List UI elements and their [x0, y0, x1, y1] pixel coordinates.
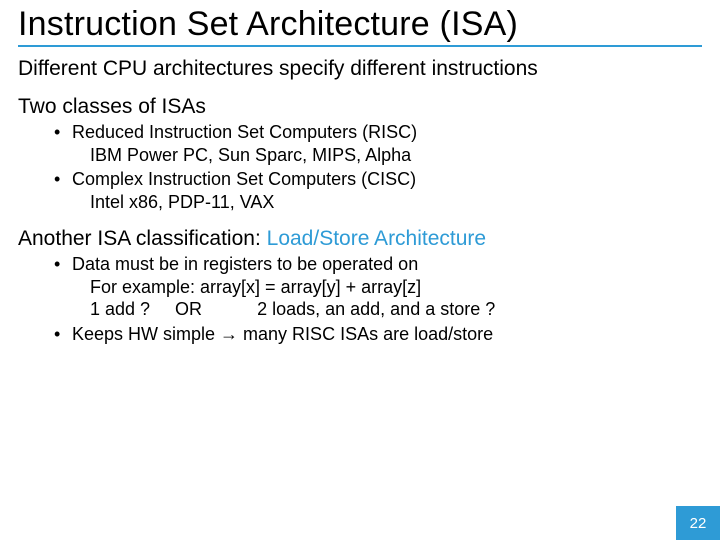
bullet-subline: Intel x86, PDP-11, VAX: [72, 191, 702, 214]
page-number-badge: 22: [676, 506, 720, 540]
bullet-list-1: Reduced Instruction Set Computers (RISC)…: [18, 121, 702, 213]
section-accent: Load/Store Architecture: [267, 227, 486, 250]
section-heading-2: Another ISA classification: Load/Store A…: [18, 227, 702, 251]
bullet-line: Data must be in registers to be operated…: [72, 254, 418, 274]
title-underline: Instruction Set Architecture (ISA): [18, 6, 702, 47]
list-item: Reduced Instruction Set Computers (RISC)…: [54, 121, 702, 166]
page-number: 22: [690, 515, 707, 532]
slide-title: Instruction Set Architecture (ISA): [18, 6, 702, 43]
bullet-list-2: Data must be in registers to be operated…: [18, 253, 702, 345]
bullet-subline: IBM Power PC, Sun Sparc, MIPS, Alpha: [72, 144, 702, 167]
list-item: Complex Instruction Set Computers (CISC)…: [54, 168, 702, 213]
section-prefix: Another ISA classification:: [18, 227, 267, 250]
bullet-line: Reduced Instruction Set Computers (RISC): [72, 122, 417, 142]
list-item: Data must be in registers to be operated…: [54, 253, 702, 321]
bullet-line: Keeps HW simple → many RISC ISAs are loa…: [72, 324, 493, 344]
slide-subtitle: Different CPU architectures specify diff…: [18, 57, 702, 81]
bullet-line: Complex Instruction Set Computers (CISC): [72, 169, 416, 189]
list-item: Keeps HW simple → many RISC ISAs are loa…: [54, 323, 702, 346]
section-heading-1: Two classes of ISAs: [18, 95, 702, 119]
slide-body: Instruction Set Architecture (ISA) Diffe…: [0, 0, 720, 540]
bullet-subline: For example: array[x] = array[y] + array…: [72, 276, 702, 299]
bullet-subline: 1 add ? OR 2 loads, an add, and a store …: [72, 298, 702, 321]
